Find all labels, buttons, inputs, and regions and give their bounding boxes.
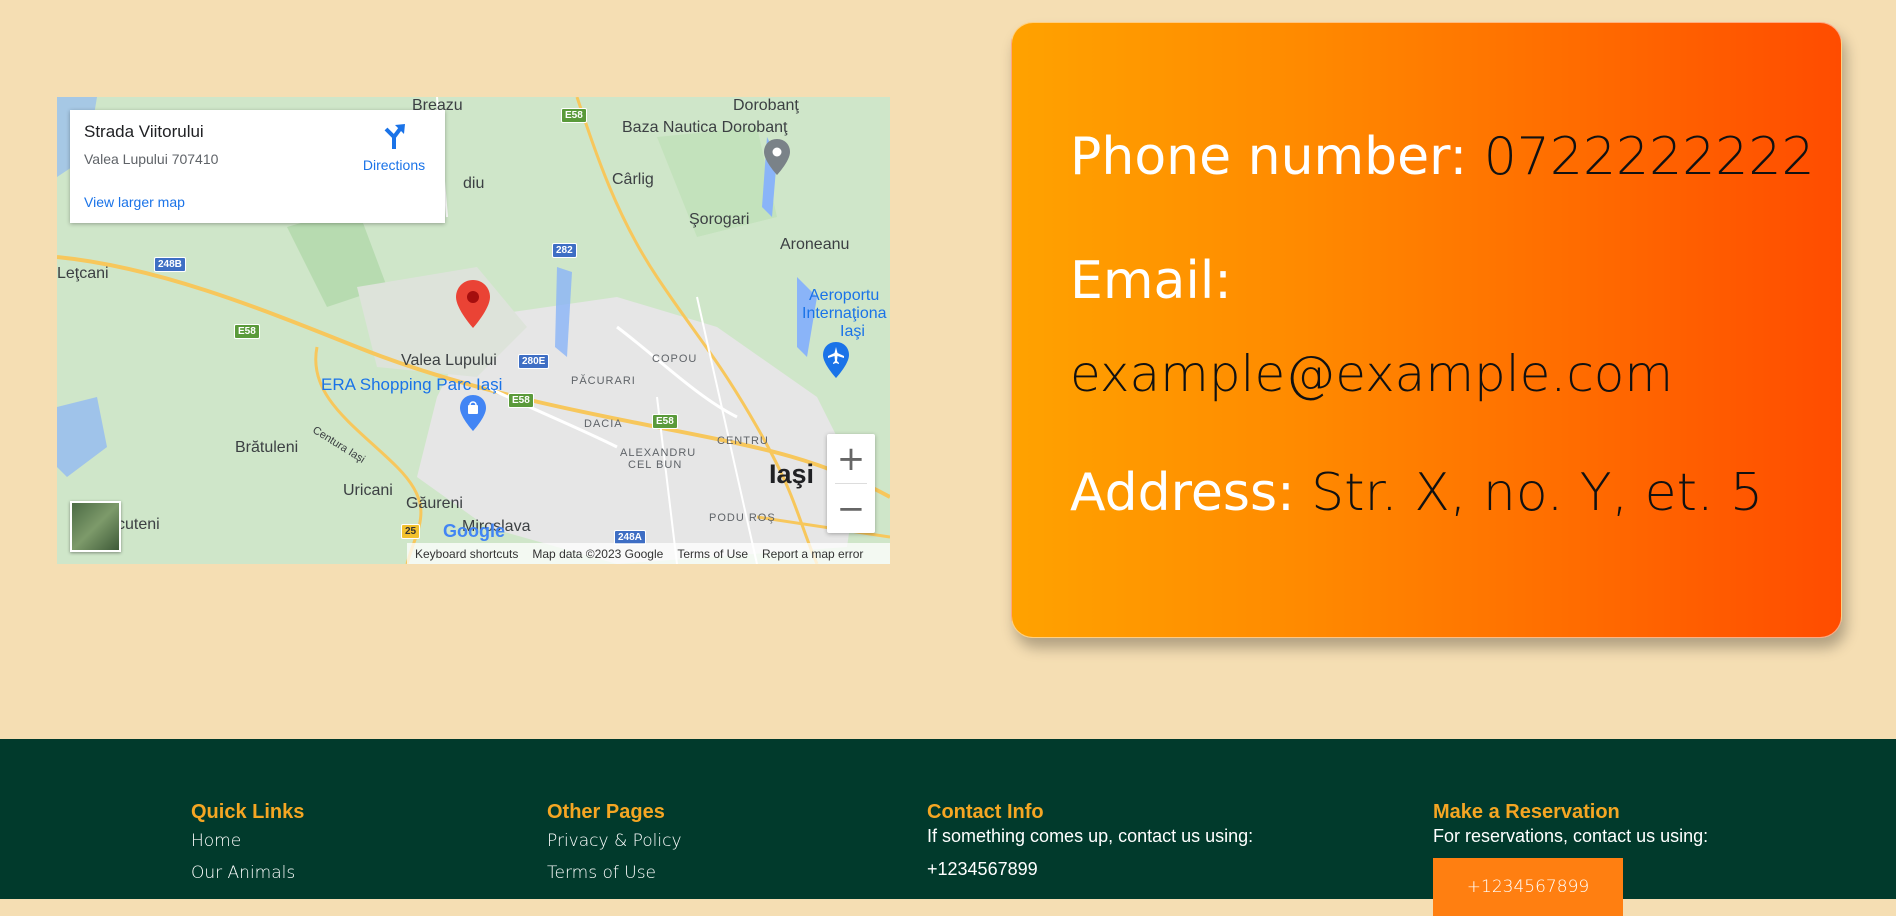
email-line: Email: xyxy=(1070,251,1232,311)
place-era-shopping[interactable]: ERA Shopping Parc Iaşi xyxy=(321,375,502,395)
road-shield-280e: 280E xyxy=(518,354,550,369)
place-copou: COPOU xyxy=(652,353,698,365)
satellite-toggle-button[interactable] xyxy=(70,501,121,552)
shopping-icon[interactable] xyxy=(460,395,486,431)
phone-line: Phone number: 0722222222 xyxy=(1070,127,1815,187)
map-data-text: Map data ©2023 Google xyxy=(532,546,664,561)
place-baza-nautica: Baza Nautica Dorobanţ xyxy=(622,119,788,136)
report-map-error-link[interactable]: Report a map error xyxy=(762,547,863,561)
map-info-card: Strada Viitorului Valea Lupului 707410 V… xyxy=(70,110,445,223)
address-value: Str. X, no. Y, et. 5 xyxy=(1311,463,1764,523)
place-pacurari: PĂCURARI xyxy=(571,375,636,387)
phone-value: 0722222222 xyxy=(1483,127,1815,187)
place-aroneanu: Aroneanu xyxy=(780,236,850,253)
zoom-controls: + − xyxy=(827,434,875,533)
keyboard-shortcuts-link[interactable]: Keyboard shortcuts xyxy=(415,547,518,561)
zoom-in-button[interactable]: + xyxy=(827,434,875,483)
map-attribution-bar: Keyboard shortcuts Map data ©2023 Google… xyxy=(407,543,890,564)
place-aeroport-line-2[interactable]: Internaţiona xyxy=(802,305,887,323)
place-letcani: Leţcani xyxy=(57,265,109,282)
email-value: example@example.com xyxy=(1070,345,1674,403)
road-shield-e58-mid: E58 xyxy=(508,393,534,408)
place-aeroport-line-3[interactable]: Iaşi xyxy=(840,323,865,341)
google-logo-text: Google xyxy=(443,521,505,541)
place-alexandru-line-1: ALEXANDRU xyxy=(620,447,697,459)
place-dacia: DACIA xyxy=(584,418,623,430)
footer-quick-links: Quick Links Home Our Animals xyxy=(191,801,304,883)
footer-link-our-animals[interactable]: Our Animals xyxy=(191,863,304,883)
place-bratuleni: Brătuleni xyxy=(235,439,299,456)
place-uricani: Uricani xyxy=(343,482,393,499)
location-pin-icon[interactable] xyxy=(456,280,490,328)
place-iasi: Iaşi xyxy=(769,459,815,489)
road-shield-248b: 248B xyxy=(154,257,186,272)
footer-contact-info: Contact Info If something comes up, cont… xyxy=(927,801,1253,880)
address-line: Address: Str. X, no. Y, et. 5 xyxy=(1070,463,1763,523)
road-shield-e58-right: E58 xyxy=(652,414,678,429)
embedded-map[interactable]: Breazu Dorobanţ Baza Nautica Dorobanţ di… xyxy=(57,97,890,564)
place-podu-ros: PODU ROŞ xyxy=(709,512,776,524)
directions-button[interactable]: Directions xyxy=(354,122,434,173)
other-pages-heading: Other Pages xyxy=(547,801,665,823)
footer-link-home[interactable]: Home xyxy=(191,831,304,851)
directions-label: Directions xyxy=(362,157,426,173)
place-centru: CENTRU xyxy=(717,435,769,447)
footer-link-privacy-policy[interactable]: Privacy & Policy xyxy=(547,831,682,851)
directions-icon xyxy=(384,124,405,149)
road-shield-25: 25 xyxy=(401,524,421,539)
footer-link-terms-of-use[interactable]: Terms of Use xyxy=(547,863,682,883)
place-sorogari: Şorogari xyxy=(689,211,750,228)
quick-links-heading: Quick Links xyxy=(191,801,305,823)
footer-other-pages: Other Pages Privacy & Policy Terms of Us… xyxy=(547,801,682,883)
place-cuteni: cuteni xyxy=(117,516,160,533)
road-shield-282: 282 xyxy=(552,243,577,258)
terms-of-use-link[interactable]: Terms of Use xyxy=(677,547,748,561)
contact-info-phone: +1234567899 xyxy=(927,859,1038,879)
reservation-heading: Make a Reservation xyxy=(1433,801,1620,823)
zoom-out-button[interactable]: − xyxy=(827,484,875,533)
address-label: Address: xyxy=(1070,463,1295,523)
contact-info-text: If something comes up, contact us using: xyxy=(927,826,1254,846)
place-diu: diu xyxy=(463,175,485,192)
road-shield-e58-top: E58 xyxy=(561,108,587,123)
place-dorobant: Dorobanţ xyxy=(733,97,799,114)
info-card-address: Valea Lupului 707410 xyxy=(84,151,219,167)
reservation-phone-button[interactable]: +1234567899 xyxy=(1433,858,1623,916)
place-carlig: Cârlig xyxy=(612,171,654,188)
contact-card: Phone number: 0722222222 Email: example@… xyxy=(1011,22,1842,638)
airport-icon[interactable] xyxy=(823,342,849,378)
phone-label: Phone number: xyxy=(1070,127,1468,187)
place-gaureni: Găureni xyxy=(406,495,463,512)
place-valea-lupului: Valea Lupului xyxy=(401,352,497,369)
footer: Quick Links Home Our Animals Other Pages… xyxy=(0,739,1896,916)
google-logo: Google xyxy=(443,521,505,542)
road-shield-e58-left: E58 xyxy=(234,324,260,339)
email-label: Email: xyxy=(1070,251,1232,311)
poi-marker-icon[interactable] xyxy=(764,139,790,175)
place-aeroport-line-1[interactable]: Aeroportu xyxy=(809,287,879,305)
reservation-text: For reservations, contact us using: xyxy=(1433,826,1709,846)
contact-info-heading: Contact Info xyxy=(927,801,1044,823)
place-alexandru-line-2: CEL BUN xyxy=(628,459,683,471)
view-larger-map-link[interactable]: View larger map xyxy=(84,194,185,210)
info-card-title: Strada Viitorului xyxy=(84,122,204,141)
